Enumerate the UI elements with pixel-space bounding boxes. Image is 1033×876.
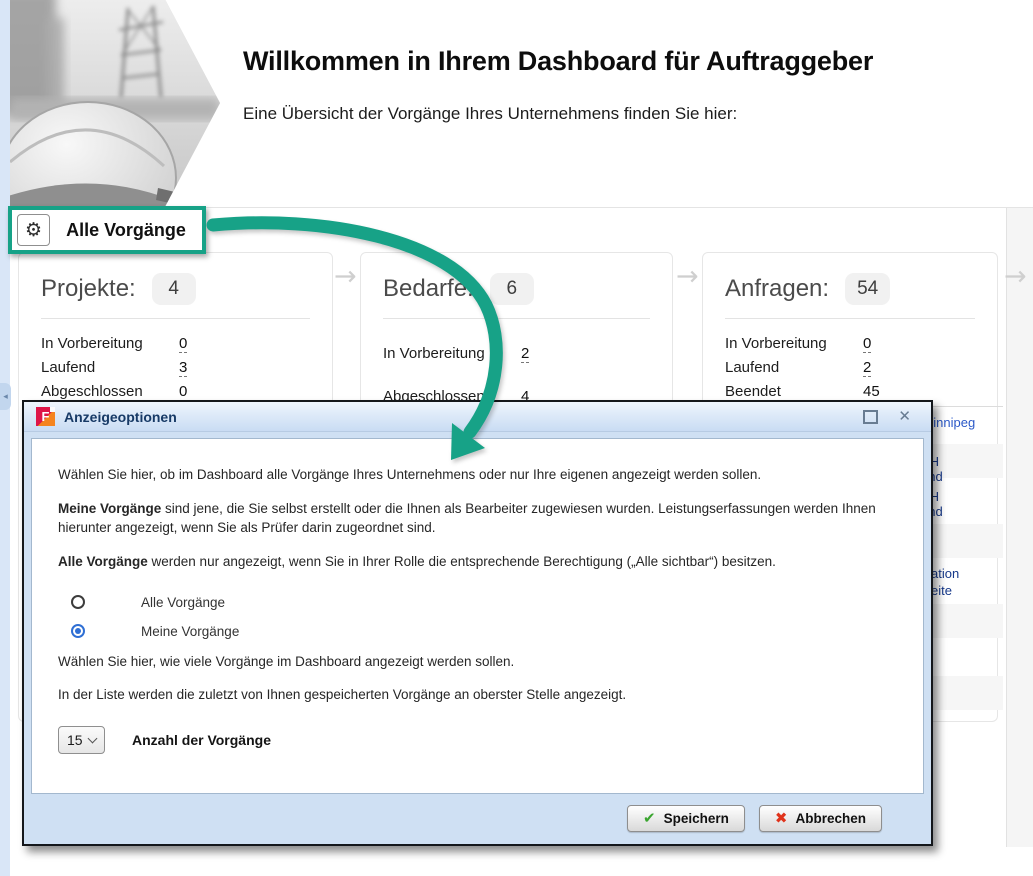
radio-unselected-icon [71,595,85,609]
count-select-label: Anzahl der Vorgänge [132,732,271,748]
stat-row: In Vorbereitung 0 [725,332,975,356]
card-divider [383,318,650,319]
anzeigeoptionen-dialog: F Anzeigeoptionen ✕ Wählen Sie hier, ob … [22,400,933,846]
list-row-text: eite [931,583,952,598]
count-select-value: 15 [67,732,83,748]
sidebar-collapse-handle[interactable]: ◂ [0,383,11,410]
construction-photo-illustration [10,0,220,206]
dialog-paragraph: Wählen Sie hier, wie viele Vorgänge im D… [58,653,893,672]
cancel-button-label: Abbrechen [795,811,866,826]
check-icon: ✔ [643,811,656,826]
stat-label: In Vorbereitung [41,335,143,352]
meine-vorgaenge-term: Meine Vorgänge [58,501,161,516]
count-select[interactable]: 15 [58,726,105,754]
stat-value-link[interactable]: 0 [179,383,187,401]
stat-value-link[interactable]: 2 [863,359,871,377]
stat-row: Laufend 3 [41,356,310,380]
save-button[interactable]: ✔ Speichern [627,805,745,832]
list-divider [930,406,1003,407]
stat-value-link[interactable]: 45 [863,383,880,401]
page-subtitle: Eine Übersicht der Vorgänge Ihres Untern… [243,104,737,124]
stat-label: Laufend [725,359,779,376]
radio-label: Alle Vorgänge [141,595,225,610]
gear-icon: ⚙ [25,221,42,240]
app-logo-icon: F [36,407,55,426]
next-card-arrow[interactable]: → [1004,261,1027,292]
list-row [928,524,1003,558]
stat-label: In Vorbereitung [383,345,485,362]
stat-label: Laufend [41,359,95,376]
radio-label: Meine Vorgänge [141,624,239,639]
dialog-title: Anzeigeoptionen [64,409,177,425]
stat-row: Laufend 2 [725,356,975,380]
dialog-footer: ✔ Speichern ✖ Abbrechen [31,800,924,836]
next-card-arrow[interactable]: → [676,261,699,292]
close-icon[interactable]: ✕ [898,409,911,424]
stat-value-link[interactable]: 2 [521,345,529,363]
chevron-down-icon [88,734,98,744]
stat-label: In Vorbereitung [725,335,827,352]
count-badge: 54 [845,273,890,305]
dialog-paragraph: Wählen Sie hier, ob im Dashboard alle Vo… [58,466,893,485]
list-row [928,676,1003,710]
maximize-icon[interactable] [863,410,878,424]
dialog-body: Wählen Sie hier, ob im Dashboard alle Vo… [31,438,924,794]
stat-value-link[interactable]: 0 [179,335,187,353]
list-row [928,604,1003,638]
dashboard-page: ◂ [0,0,1033,876]
sidebar-strip [0,0,10,876]
dialog-titlebar[interactable]: F Anzeigeoptionen ✕ [24,402,931,432]
paragraph-text: sind jene, die Sie selbst erstellt oder … [58,501,876,535]
page-title: Willkommen in Ihrem Dashboard für Auftra… [243,46,873,77]
radio-selected-icon [71,624,85,638]
save-button-label: Speichern [664,811,729,826]
stat-value-link[interactable]: 0 [863,335,871,353]
display-options-button[interactable]: ⚙ [17,214,50,246]
card-divider [41,318,310,319]
count-badge: 6 [490,273,534,305]
dialog-paragraph: Meine Vorgänge sind jene, die Sie selbst… [58,500,893,538]
radio-meine-vorgaenge[interactable]: Meine Vorgänge [71,624,893,639]
dialog-paragraph: Alle Vorgänge werden nur angezeigt, wenn… [58,553,893,572]
stat-value-link[interactable]: 3 [179,359,187,377]
radio-alle-vorgaenge[interactable]: Alle Vorgänge [71,595,893,610]
paragraph-text: werden nur angezeigt, wenn Sie in Ihrer … [148,554,776,569]
cancel-button[interactable]: ✖ Abbrechen [759,805,882,832]
next-section-peek [1006,208,1033,847]
dialog-paragraph: In der Liste werden die zuletzt von Ihne… [58,686,893,705]
card-divider [725,318,975,319]
scope-label: Alle Vorgänge [50,220,202,241]
stat-row: In Vorbereitung 2 [383,332,650,375]
alle-vorgaenge-term: Alle Vorgänge [58,554,148,569]
next-card-arrow[interactable]: → [334,261,357,292]
list-row-text: ation [931,566,959,581]
collapse-arrow-icon: ◂ [3,392,8,402]
settings-highlight-frame: ⚙ Alle Vorgänge [8,206,206,254]
card-title: Bedarfe: [383,275,474,303]
stat-label: Beendet [725,383,781,400]
card-title: Projekte: [41,275,136,303]
stat-label: Abgeschlossen [41,383,143,400]
header-photo [10,0,220,206]
card-title: Anfragen: [725,275,829,303]
count-badge: 4 [152,273,196,305]
logo-letter: F [42,410,50,423]
stat-row: In Vorbereitung 0 [41,332,310,356]
x-icon: ✖ [775,811,788,826]
